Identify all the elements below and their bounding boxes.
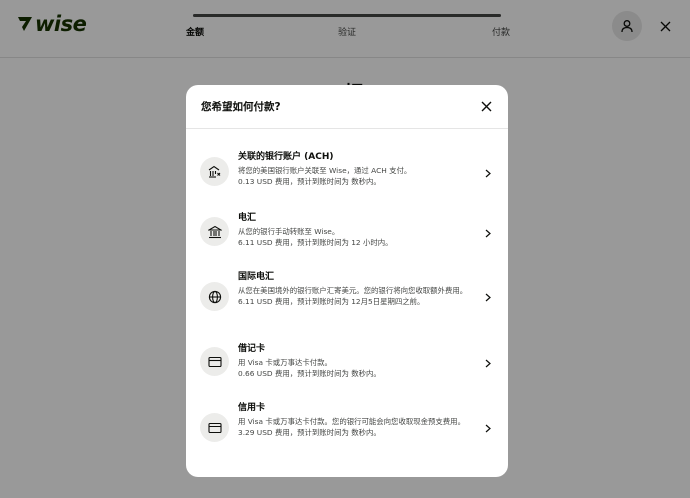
payment-method-modal: 您希望如何付款? 关联的银行账户 (ACH) 将您的美国银行账户关联至 Wise… — [186, 85, 508, 477]
modal-title: 您希望如何付款? — [201, 101, 281, 113]
option-credit-card-text: 信用卡 用 Visa 卡或万事达卡付款。您的银行可能会向您收取现金预支费用。 3… — [238, 402, 474, 439]
option-wire[interactable]: 电汇 从您的银行手动转账至 Wise。 6.11 USD 费用，预计到账时间为 … — [186, 209, 508, 275]
option-debit-card[interactable]: 借记卡 用 Visa 卡或万事达卡付款。 0.66 USD 费用，预计到账时间为… — [186, 343, 508, 409]
option-debit-card-text: 借记卡 用 Visa 卡或万事达卡付款。 0.66 USD 费用，预计到账时间为… — [238, 343, 478, 380]
option-description: 从您在美国境外的银行账户汇寄美元。您的银行将向您收取额外费用。 — [238, 286, 468, 295]
card-icon — [200, 347, 229, 376]
option-ach-text: 关联的银行账户 (ACH) 将您的美国银行账户关联至 Wise，通过 ACH 支… — [238, 151, 478, 188]
option-title: 借记卡 — [238, 344, 266, 354]
modal-header: 您希望如何付款? — [186, 85, 508, 129]
bank-icon — [200, 217, 229, 246]
option-international-wire-text: 国际电汇 从您在美国境外的银行账户汇寄美元。您的银行将向您收取额外费用。 6.1… — [238, 271, 474, 308]
option-fee: 6.11 USD 费用，预计到账时间为 12月5日星期四之前。 — [238, 297, 425, 307]
option-title: 国际电汇 — [238, 272, 275, 282]
chevron-right-icon — [484, 423, 492, 433]
option-title: 电汇 — [238, 213, 257, 223]
card-icon — [200, 413, 229, 442]
bank-link-icon — [200, 157, 229, 186]
globe-icon — [200, 282, 229, 311]
close-icon — [481, 101, 491, 111]
option-description: 用 Visa 卡或万事达卡付款。 — [238, 358, 332, 367]
option-international-wire[interactable]: 国际电汇 从您在美国境外的银行账户汇寄美元。您的银行将向您收取额外费用。 6.1… — [186, 271, 508, 337]
chevron-right-icon — [484, 292, 492, 302]
option-title: 关联的银行账户 (ACH) — [238, 152, 334, 162]
option-fee: 0.66 USD 费用，预计到账时间为 数秒内。 — [238, 369, 381, 379]
modal-close-button[interactable] — [479, 99, 493, 113]
option-ach[interactable]: 关联的银行账户 (ACH) 将您的美国银行账户关联至 Wise，通过 ACH 支… — [186, 151, 508, 217]
option-credit-card[interactable]: 信用卡 用 Visa 卡或万事达卡付款。您的银行可能会向您收取现金预支费用。 3… — [186, 402, 508, 468]
option-title: 信用卡 — [238, 403, 266, 413]
option-description: 用 Visa 卡或万事达卡付款。您的银行可能会向您收取现金预支费用。 — [238, 417, 465, 426]
chevron-right-icon — [484, 168, 492, 178]
option-fee: 3.29 USD 费用，预计到账时间为 数秒内。 — [238, 428, 381, 438]
option-fee: 6.11 USD 费用，预计到账时间为 12 小时内。 — [238, 238, 393, 248]
option-description: 将您的美国银行账户关联至 Wise，通过 ACH 支付。 — [238, 166, 412, 175]
option-wire-text: 电汇 从您的银行手动转账至 Wise。 6.11 USD 费用，预计到账时间为 … — [238, 212, 478, 249]
option-description: 从您的银行手动转账至 Wise。 — [238, 227, 340, 236]
chevron-right-icon — [484, 228, 492, 238]
option-fee: 0.13 USD 费用，预计到账时间为 数秒内。 — [238, 177, 381, 187]
chevron-right-icon — [484, 358, 492, 368]
